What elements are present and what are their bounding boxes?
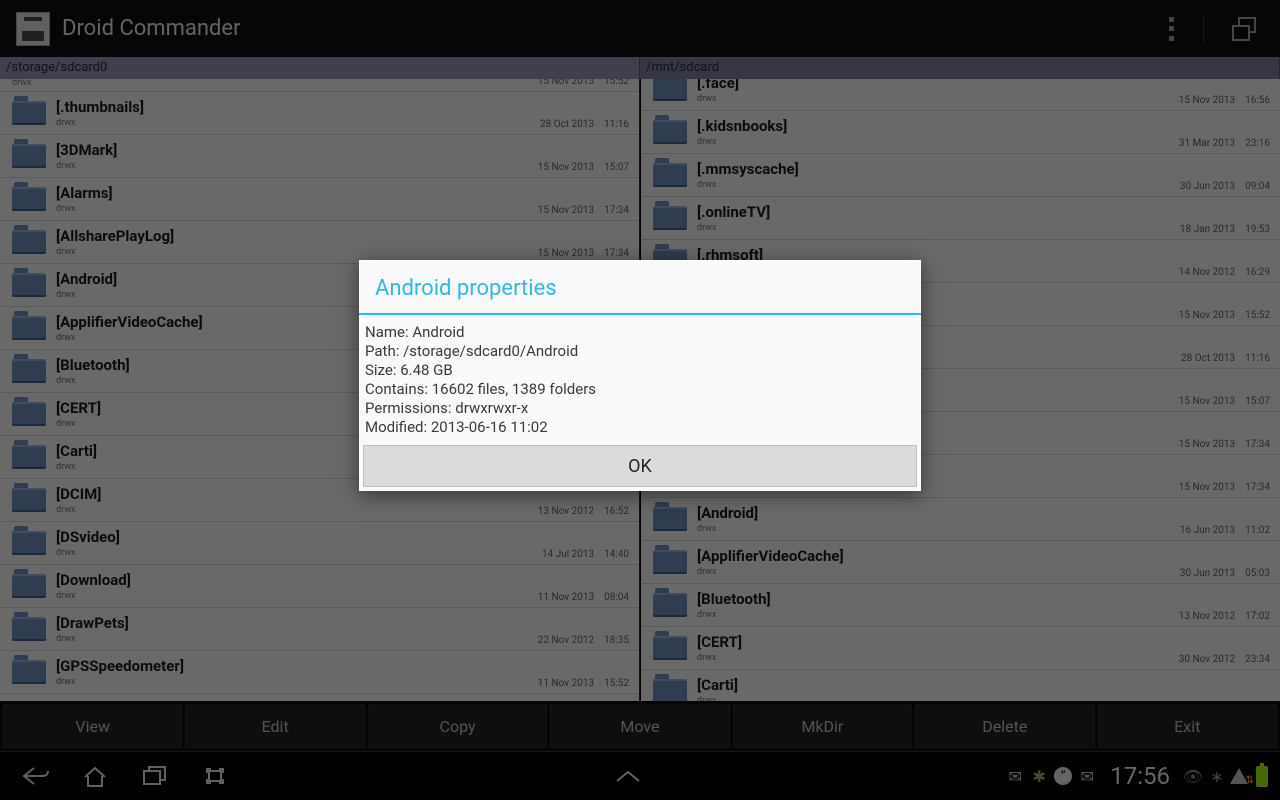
mod-label: Modified: (365, 418, 427, 436)
name-label: Name: (365, 323, 409, 341)
perm-label: Permissions: (365, 399, 452, 417)
size-value: 6.48 GB (400, 361, 453, 379)
path-label: Path: (365, 342, 399, 360)
dialog-body: Name: Android Path: /storage/sdcard0/And… (359, 315, 921, 445)
contains-value: 16602 files, 1389 folders (432, 380, 596, 398)
name-value: Android (412, 323, 464, 341)
properties-dialog: Android properties Name: Android Path: /… (359, 260, 921, 491)
mod-value: 2013-06-16 11:02 (431, 418, 548, 436)
contains-label: Contains: (365, 380, 428, 398)
size-label: Size: (365, 361, 396, 379)
dialog-title: Android properties (359, 260, 921, 313)
perm-value: drwxrwxr-x (455, 399, 528, 417)
ok-button[interactable]: OK (363, 445, 917, 487)
path-value: /storage/sdcard0/Android (403, 342, 578, 360)
